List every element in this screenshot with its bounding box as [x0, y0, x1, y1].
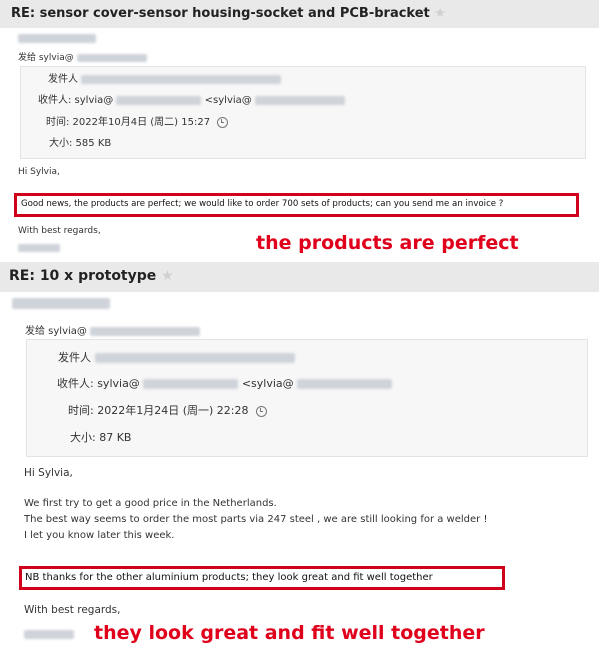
size-line: 大小: 87 KB: [70, 429, 131, 445]
sender-avatar-redacted: [18, 34, 96, 43]
star-icon[interactable]: ★: [161, 268, 174, 284]
from-line: 发件人: [48, 70, 282, 85]
recipient-suffix: <sylvia@: [241, 377, 294, 390]
redacted-signature: [24, 630, 74, 639]
body-line: I let you know later this week.: [24, 530, 175, 541]
redacted-signature: [18, 244, 60, 252]
time-line: 时间: 2022年1月24日 (周一) 22:28: [68, 402, 267, 418]
overlay-caption: they look great and fit well together: [94, 622, 485, 644]
size-label: 大小: 87 KB: [70, 431, 132, 444]
body-line: We first try to get a good price in the …: [24, 498, 277, 509]
size-line: 大小: 585 KB: [49, 134, 111, 149]
to-line: 发给 sylvia@: [25, 322, 201, 337]
email-subject-bar: RE: 10 x prototype ★: [0, 262, 599, 292]
email-subject: RE: 10 x prototype: [9, 268, 157, 284]
redacted-recipient-2: [254, 95, 345, 105]
clock-icon[interactable]: [255, 405, 267, 417]
time-line: 时间: 2022年10月4日 (周二) 15:27: [46, 113, 229, 128]
redacted-recipient-2: [297, 379, 393, 389]
clock-icon[interactable]: [217, 116, 229, 128]
email-panel-1: RE: sensor cover-sensor housing-socket a…: [0, 0, 599, 262]
overlay-caption: the products are perfect: [256, 232, 519, 254]
to-line: 发给 sylvia@: [18, 50, 147, 63]
time-label: 时间: 2022年1月24日 (周一) 22:28: [68, 404, 249, 417]
to-label: 发给 sylvia@: [18, 53, 74, 63]
star-icon[interactable]: ★: [434, 6, 446, 21]
redacted-sender: [94, 353, 295, 363]
highlight-text: NB thanks for the other aluminium produc…: [25, 572, 433, 583]
recipient-line: 收件人: sylvia@ <sylvia@: [38, 91, 345, 106]
size-label: 大小: 585 KB: [49, 138, 112, 149]
recipient-label: 收件人: sylvia@: [38, 95, 114, 106]
redacted-recipient: [143, 379, 239, 389]
time-label: 时间: 2022年10月4日 (周二) 15:27: [46, 117, 211, 128]
recipient-line: 收件人: sylvia@ <sylvia@: [57, 375, 393, 391]
signoff: With best regards,: [24, 604, 121, 616]
body-line: The best way seems to order the most par…: [24, 514, 488, 525]
greeting: Hi Sylvia,: [24, 467, 73, 479]
highlight-text: Good news, the products are perfect; we …: [21, 199, 504, 209]
email-subject: RE: sensor cover-sensor housing-socket a…: [11, 6, 430, 21]
redacted-sender: [81, 74, 282, 84]
signoff: With best regards,: [18, 226, 101, 236]
redacted-address: [76, 53, 147, 62]
recipient-suffix: <sylvia@: [204, 95, 252, 106]
from-label: 发件人: [48, 74, 78, 85]
sender-avatar-redacted: [12, 298, 110, 309]
email-subject-bar: RE: sensor cover-sensor housing-socket a…: [0, 0, 599, 28]
recipient-label: 收件人: sylvia@: [57, 377, 140, 390]
email-panel-2: RE: 10 x prototype ★ 发给 sylvia@ 发件人 收件人:…: [0, 262, 599, 655]
redacted-address: [90, 326, 201, 336]
to-label: 发给 sylvia@: [25, 326, 87, 337]
redacted-recipient: [116, 95, 202, 105]
greeting: Hi Sylvia,: [18, 167, 60, 177]
from-line: 发件人: [58, 349, 295, 365]
from-label: 发件人: [58, 351, 91, 364]
